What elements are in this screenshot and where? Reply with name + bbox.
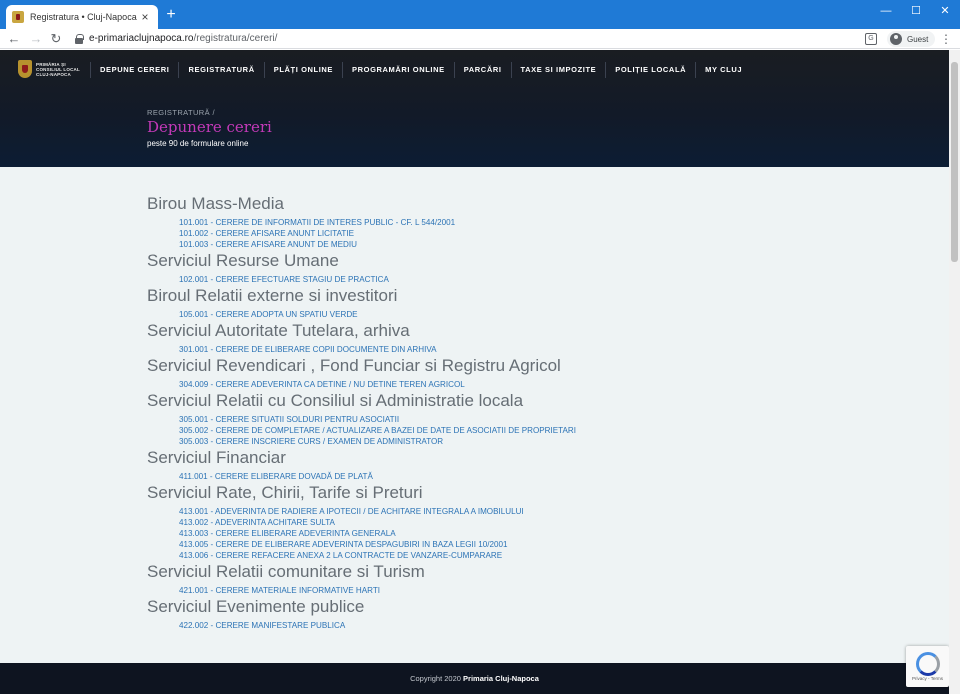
close-window-button[interactable]: ✕ xyxy=(935,4,955,18)
form-link[interactable]: 301.001 - CERERE DE ELIBERARE COPII DOCU… xyxy=(179,344,847,355)
favicon-icon xyxy=(12,11,24,23)
form-section: Serviciul Resurse Umane 102.001 - CERERE … xyxy=(147,250,847,285)
section-title: Serviciul Evenimente publice xyxy=(147,597,365,616)
section-title: Serviciul Financiar xyxy=(147,448,286,467)
browser-titlebar: Registratura • Cluj-Napoca × + — ☐ ✕ xyxy=(0,0,960,29)
form-link[interactable]: 101.003 - CERERE AFISARE ANUNT DE MEDIU xyxy=(179,239,847,250)
form-link[interactable]: 413.001 - ADEVERINTA DE RADIERE A IPOTEC… xyxy=(179,506,847,517)
page-header: PRIMĂRIA ȘI CONSILIUL LOCAL CLUJ-NAPOCA … xyxy=(0,50,949,167)
scrollbar-thumb[interactable] xyxy=(951,62,958,262)
web-page: PRIMĂRIA ȘI CONSILIUL LOCAL CLUJ-NAPOCA … xyxy=(0,50,949,694)
nav-registratura[interactable]: REGISTRATURĂ xyxy=(178,62,263,78)
form-links: 301.001 - CERERE DE ELIBERARE COPII DOCU… xyxy=(147,341,847,355)
reload-icon[interactable]: ↻ xyxy=(48,31,64,47)
section-title: Serviciul Revendicari , Fond Funciar si … xyxy=(147,356,561,375)
form-section: Serviciul Financiar 411.001 - CERERE ELIB… xyxy=(147,447,847,482)
new-tab-button[interactable]: + xyxy=(163,7,179,23)
maximize-button[interactable]: ☐ xyxy=(906,4,926,18)
form-section: Serviciul Rate, Chirii, Tarife si Pretur… xyxy=(147,482,847,561)
nav-my-cluj[interactable]: MY CLUJ xyxy=(695,62,751,78)
section-title: Serviciul Autoritate Tutelara, arhiva xyxy=(147,321,410,340)
form-link[interactable]: 101.002 - CERERE AFISARE ANUNT LICITATIE xyxy=(179,228,847,239)
form-links: 411.001 - CERERE ELIBERARE DOVADĂ DE PLA… xyxy=(147,468,847,482)
browser-tab[interactable]: Registratura • Cluj-Napoca × xyxy=(6,5,158,29)
recaptcha-text[interactable]: Privacy - Terms xyxy=(906,676,949,681)
section-title: Serviciul Rate, Chirii, Tarife si Pretur… xyxy=(147,483,423,502)
recaptcha-badge[interactable]: Privacy - Terms xyxy=(906,646,949,687)
page-title: Depunere cereri xyxy=(147,118,272,136)
copyright-text: Copyright 2020 xyxy=(410,674,461,683)
recaptcha-icon xyxy=(916,652,940,676)
form-link[interactable]: 421.001 - CERERE MATERIALE INFORMATIVE H… xyxy=(179,585,847,596)
form-link[interactable]: 305.002 - CERERE DE COMPLETARE / ACTUALI… xyxy=(179,425,847,436)
form-links: 413.001 - ADEVERINTA DE RADIERE A IPOTEC… xyxy=(147,503,847,561)
form-links: 421.001 - CERERE MATERIALE INFORMATIVE H… xyxy=(147,582,847,596)
site-logo[interactable]: PRIMĂRIA ȘI CONSILIUL LOCAL CLUJ-NAPOCA xyxy=(18,60,80,78)
avatar-icon xyxy=(890,33,902,45)
form-link[interactable]: 413.006 - CERERE REFACERE ANEXA 2 LA CON… xyxy=(179,550,847,561)
form-section: Serviciul Autoritate Tutelara, arhiva 301… xyxy=(147,320,847,355)
nav-parcari[interactable]: PARCĂRI xyxy=(453,62,511,78)
section-title: Serviciul Relatii comunitare si Turism xyxy=(147,562,425,581)
logo-text: PRIMĂRIA ȘI CONSILIUL LOCAL CLUJ-NAPOCA xyxy=(36,62,80,77)
form-links: 101.001 - CERERE DE INFORMATII DE INTERE… xyxy=(147,214,847,250)
address-bar[interactable]: e-primariaclujnapoca.ro/registratura/cer… xyxy=(89,32,277,46)
scrollbar[interactable] xyxy=(949,50,960,694)
form-link[interactable]: 305.003 - CERERE INSCRIERE CURS / EXAMEN… xyxy=(179,436,847,447)
nav-depune-cereri[interactable]: DEPUNE CERERI xyxy=(90,62,178,78)
page-footer: Copyright 2020 Primaria Cluj-Napoca xyxy=(0,663,949,694)
tab-close-icon[interactable]: × xyxy=(138,11,152,23)
form-link[interactable]: 411.001 - CERERE ELIBERARE DOVADĂ DE PLA… xyxy=(179,471,847,482)
lock-icon[interactable] xyxy=(75,34,84,44)
menu-icon[interactable]: ⋮ xyxy=(940,31,952,47)
back-icon[interactable]: ← xyxy=(6,31,22,47)
profile-button[interactable]: Guest xyxy=(887,31,935,47)
form-section: Birou Mass-Media 101.001 - CERERE DE INFO… xyxy=(147,193,847,250)
main-nav: DEPUNE CERERI REGISTRATURĂ PLĂȚI ONLINE … xyxy=(90,62,751,78)
form-section: Serviciul Revendicari , Fond Funciar si … xyxy=(147,355,847,390)
breadcrumb[interactable]: REGISTRATURĂ / xyxy=(147,108,215,117)
form-links: 304.009 - CERERE ADEVERINTA CA DETINE / … xyxy=(147,376,847,390)
form-links: 105.001 - CERERE ADOPTA UN SPATIU VERDE xyxy=(147,306,847,320)
section-title: Birou Mass-Media xyxy=(147,194,284,213)
section-title: Serviciul Relatii cu Consiliul si Admini… xyxy=(147,391,524,410)
form-section: Biroul Relatii externe si investitori 105… xyxy=(147,285,847,320)
profile-label: Guest xyxy=(907,34,929,44)
tab-title: Registratura • Cluj-Napoca xyxy=(30,12,137,22)
form-link[interactable]: 413.003 - CERERE ELIBERARE ADEVERINTA GE… xyxy=(179,528,847,539)
form-links: 102.001 - CERERE EFECTUARE STAGIU DE PRA… xyxy=(147,271,847,285)
forms-list: Birou Mass-Media 101.001 - CERERE DE INFO… xyxy=(147,193,847,631)
form-link[interactable]: 105.001 - CERERE ADOPTA UN SPATIU VERDE xyxy=(179,309,847,320)
nav-taxe-impozite[interactable]: TAXE SI IMPOZITE xyxy=(510,62,606,78)
nav-programari-online[interactable]: PROGRAMĂRI ONLINE xyxy=(342,62,454,78)
minimize-button[interactable]: — xyxy=(876,4,896,18)
page-subtitle: peste 90 de formulare online xyxy=(147,139,249,148)
form-link[interactable]: 101.001 - CERERE DE INFORMATII DE INTERE… xyxy=(179,217,847,228)
nav-politie-locala[interactable]: POLIȚIE LOCALĂ xyxy=(605,62,695,78)
form-section: Serviciul Relatii cu Consiliul si Admini… xyxy=(147,390,847,447)
copyright-owner: Primaria Cluj-Napoca xyxy=(463,674,539,683)
section-title: Serviciul Resurse Umane xyxy=(147,251,339,270)
nav-plati-online[interactable]: PLĂȚI ONLINE xyxy=(263,62,342,78)
browser-toolbar: ← → ↻ e-primariaclujnapoca.ro/registratu… xyxy=(0,29,960,49)
section-title: Biroul Relatii externe si investitori xyxy=(147,286,398,305)
form-section: Serviciul Evenimente publice 422.002 - CE… xyxy=(147,596,847,631)
url-path: /registratura/cereri/ xyxy=(193,33,278,44)
forward-icon[interactable]: → xyxy=(28,31,44,47)
logo-line: CLUJ-NAPOCA xyxy=(36,71,71,77)
translate-icon[interactable]: G xyxy=(865,33,877,45)
form-links: 305.001 - CERERE SITUATII SOLDURI PENTRU… xyxy=(147,411,847,447)
form-link[interactable]: 413.005 - CERERE DE ELIBERARE ADEVERINTA… xyxy=(179,539,847,550)
form-links: 422.002 - CERERE MANIFESTARE PUBLICA xyxy=(147,617,847,631)
url-host: e-primariaclujnapoca.ro xyxy=(89,33,194,44)
form-section: Serviciul Relatii comunitare si Turism 42… xyxy=(147,561,847,596)
form-link[interactable]: 413.002 - ADEVERINTA ACHITARE SULTA xyxy=(179,517,847,528)
city-crest-icon xyxy=(18,60,32,78)
form-link[interactable]: 304.009 - CERERE ADEVERINTA CA DETINE / … xyxy=(179,379,847,390)
form-link[interactable]: 422.002 - CERERE MANIFESTARE PUBLICA xyxy=(179,620,847,631)
form-link[interactable]: 102.001 - CERERE EFECTUARE STAGIU DE PRA… xyxy=(179,274,847,285)
form-link[interactable]: 305.001 - CERERE SITUATII SOLDURI PENTRU… xyxy=(179,414,847,425)
